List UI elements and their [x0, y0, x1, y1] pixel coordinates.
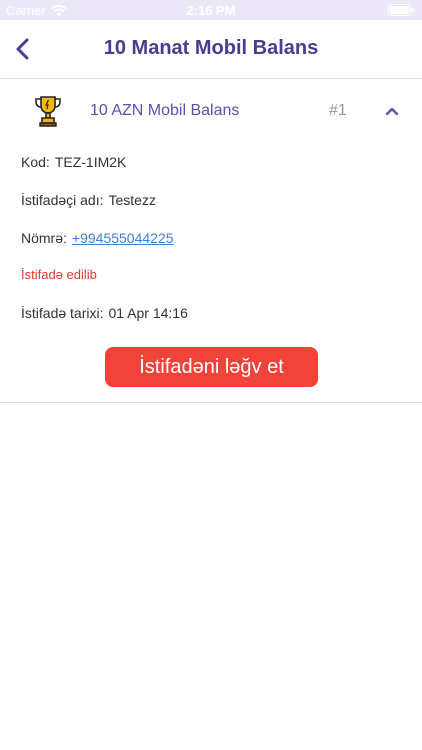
battery-icon	[388, 4, 414, 16]
clock: 2:16 PM	[186, 3, 236, 18]
phone-row: Nömrə: +994555044225	[21, 230, 174, 246]
navigation-bar: 10 Manat Mobil Balans	[0, 20, 422, 79]
usage-date-value: 01 Apr 14:16	[108, 305, 188, 321]
status-bar: Carrier 2:16 PM	[0, 0, 422, 20]
phone-label: Nömrə:	[21, 230, 67, 246]
prize-rank: #1	[329, 102, 347, 119]
code-value: TEZ-1IM2K	[54, 154, 127, 170]
usage-status: İstifadə edilib	[21, 267, 97, 282]
chevron-up-icon	[385, 107, 399, 116]
usage-date-row: İstifadə tarixi: 01 Apr 14:16	[21, 305, 188, 321]
collapse-button[interactable]	[382, 102, 402, 120]
code-row: Kod: TEZ-1IM2K	[21, 154, 126, 170]
usage-date-label: İstifadə tarixi:	[21, 305, 104, 321]
divider	[0, 402, 422, 403]
phone-link[interactable]: +994555044225	[72, 230, 174, 246]
prize-name: 10 AZN Mobil Balans	[90, 102, 240, 119]
page-title: 10 Manat Mobil Balans	[103, 37, 319, 59]
trophy-icon	[35, 96, 61, 127]
prize-card-header[interactable]: 10 AZN Mobil Balans #1	[0, 80, 422, 142]
code-label: Kod:	[21, 154, 50, 170]
username-row: İstifadəçi adı: Testezz	[21, 192, 156, 208]
cancel-usage-button[interactable]: İstifadəni ləğv et	[105, 347, 318, 387]
username-value: Testezz	[108, 192, 156, 208]
username-label: İstifadəçi adı:	[21, 192, 104, 208]
